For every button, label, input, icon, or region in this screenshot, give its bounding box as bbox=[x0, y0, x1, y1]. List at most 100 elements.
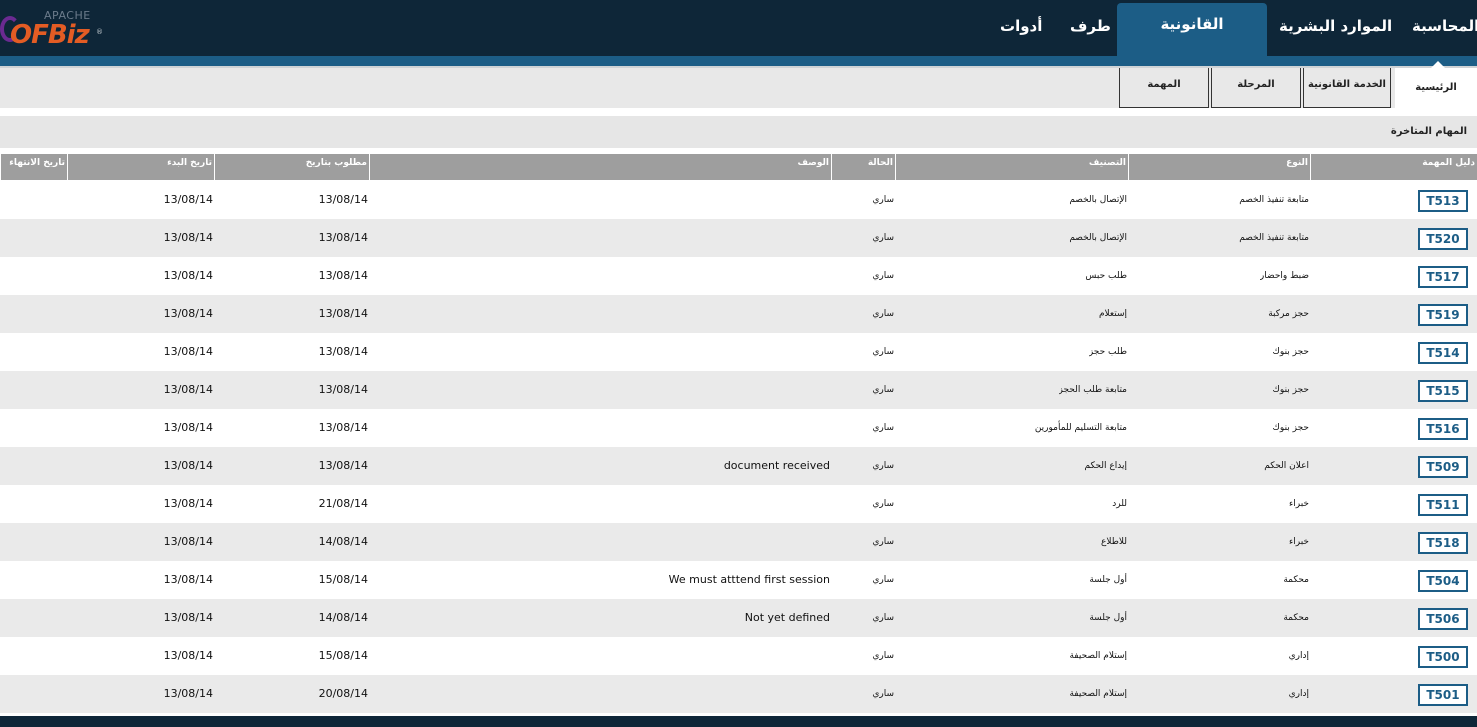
cell-type: خبراء bbox=[1289, 537, 1309, 547]
tab-stage[interactable]: المرحلة bbox=[1211, 68, 1301, 108]
cell-category: الإتصال بالخصم bbox=[1069, 233, 1127, 243]
task-id-link[interactable]: T513 bbox=[1418, 190, 1468, 212]
nav-item-accounting[interactable]: المحاسبة bbox=[1412, 0, 1477, 56]
task-id-link[interactable]: T504 bbox=[1418, 570, 1468, 592]
cell-description: document received bbox=[723, 459, 830, 472]
tab-legal-service[interactable]: الخدمة القانونية bbox=[1303, 68, 1391, 108]
tab-task[interactable]: المهمة bbox=[1119, 68, 1209, 108]
cell-category: إستعلام bbox=[1098, 309, 1127, 319]
table-row: T518 خبراء للاطلاع ساري 14/08/14 13/08/14 bbox=[0, 523, 1477, 561]
col-header-due-date[interactable]: مطلوب بتاريخ bbox=[214, 154, 369, 180]
table-row: T517 ضبط واحضار طلب حبس ساري 13/08/14 13/08/1… bbox=[0, 257, 1477, 295]
nav-item-human-resources[interactable]: الموارد البشرية bbox=[1279, 0, 1392, 56]
cell-start-date: 13/08/14 bbox=[163, 459, 213, 472]
cell-category: متابعة التسليم للمأمورين bbox=[1034, 423, 1127, 433]
cell-due-date: 13/08/14 bbox=[318, 231, 368, 244]
cell-start-date: 13/08/14 bbox=[163, 421, 213, 434]
cell-category: إيداع الحكم bbox=[1084, 461, 1127, 471]
col-header-status[interactable]: الحالة bbox=[831, 154, 895, 180]
cell-status: ساري bbox=[872, 423, 894, 433]
cell-due-date: 13/08/14 bbox=[318, 345, 368, 358]
tasks-table-body: T513 متابعة تنفيذ الخصم الإتصال بالخصم ساري… bbox=[0, 181, 1477, 713]
task-id-link[interactable]: T511 bbox=[1418, 494, 1468, 516]
table-row: T511 خبراء للرد ساري 21/08/14 13/08/14 bbox=[0, 485, 1477, 523]
cell-category: طلب حجز bbox=[1088, 347, 1127, 357]
nav-item-party[interactable]: طرف bbox=[1070, 0, 1111, 56]
cell-due-date: 13/08/14 bbox=[318, 459, 368, 472]
cell-status: ساري bbox=[872, 575, 894, 585]
table-row: T500 إداري إستلام الصحيفة ساري 15/08/14 13/08… bbox=[0, 637, 1477, 675]
cell-due-date: 13/08/14 bbox=[318, 193, 368, 206]
cell-status: ساري bbox=[872, 271, 894, 281]
cell-category: طلب حبس bbox=[1085, 271, 1127, 281]
cell-status: ساري bbox=[872, 347, 894, 357]
cell-type: ضبط واحضار bbox=[1259, 271, 1309, 281]
cell-start-date: 13/08/14 bbox=[163, 307, 213, 320]
cell-category: إستلام الصحيفة bbox=[1069, 651, 1127, 661]
task-id-link[interactable]: T514 bbox=[1418, 342, 1468, 364]
col-header-end-date[interactable]: تاريخ الانتهاء bbox=[0, 154, 67, 180]
nav-item-tools[interactable]: أدوات bbox=[1000, 0, 1042, 56]
cell-start-date: 13/08/14 bbox=[163, 269, 213, 282]
cell-type: اعلان الحكم bbox=[1264, 461, 1309, 471]
cell-status: ساري bbox=[872, 689, 894, 699]
cell-due-date: 21/08/14 bbox=[318, 497, 368, 510]
table-row: T513 متابعة تنفيذ الخصم الإتصال بالخصم ساري… bbox=[0, 181, 1477, 219]
cell-type: متابعة تنفيذ الخصم bbox=[1239, 233, 1309, 243]
cell-status: ساري bbox=[872, 461, 894, 471]
cell-description: Not yet defined bbox=[744, 611, 830, 624]
tab-main[interactable]: الرئيسية bbox=[1395, 61, 1477, 108]
table-header-row: دليل المهمة النوع التصنيف الحالة الوصف م… bbox=[0, 154, 1477, 180]
task-id-link[interactable]: T520 bbox=[1418, 228, 1468, 250]
cell-status: ساري bbox=[872, 233, 894, 243]
cell-due-date: 13/08/14 bbox=[318, 383, 368, 396]
nav-accent-strip bbox=[0, 56, 1477, 66]
cell-due-date: 14/08/14 bbox=[318, 535, 368, 548]
cell-due-date: 15/08/14 bbox=[318, 573, 368, 586]
cell-type: متابعة تنفيذ الخصم bbox=[1239, 195, 1309, 205]
task-id-link[interactable]: T517 bbox=[1418, 266, 1468, 288]
col-header-description[interactable]: الوصف bbox=[369, 154, 831, 180]
task-id-link[interactable]: T506 bbox=[1418, 608, 1468, 630]
cell-start-date: 13/08/14 bbox=[163, 383, 213, 396]
cell-start-date: 13/08/14 bbox=[163, 687, 213, 700]
task-id-link[interactable]: T519 bbox=[1418, 304, 1468, 326]
nav-item-legal[interactable]: القانونية bbox=[1117, 3, 1267, 56]
col-header-task-id[interactable]: دليل المهمة bbox=[1310, 154, 1477, 180]
cell-type: خبراء bbox=[1289, 499, 1309, 509]
task-id-link[interactable]: T509 bbox=[1418, 456, 1468, 478]
top-navigation-bar: APACHE OFBiz ® المحاسبة الموارد البشرية … bbox=[0, 0, 1477, 56]
cell-type: حجز بنوك bbox=[1272, 385, 1310, 395]
task-id-link[interactable]: T501 bbox=[1418, 684, 1468, 706]
cell-start-date: 13/08/14 bbox=[163, 649, 213, 662]
cell-type: حجز بنوك bbox=[1272, 423, 1310, 433]
cell-type: محكمة bbox=[1283, 575, 1309, 585]
cell-start-date: 13/08/14 bbox=[163, 535, 213, 548]
table-row: T506 محكمة أول جلسة ساري Not yet defined 14/0… bbox=[0, 599, 1477, 637]
table-row: T516 حجز بنوك متابعة التسليم للمأمورين ساري… bbox=[0, 409, 1477, 447]
cell-status: ساري bbox=[872, 195, 894, 205]
task-id-link[interactable]: T500 bbox=[1418, 646, 1468, 668]
cell-start-date: 13/08/14 bbox=[163, 573, 213, 586]
cell-status: ساري bbox=[872, 537, 894, 547]
col-header-start-date[interactable]: تاريخ البدء bbox=[67, 154, 214, 180]
cell-type: حجز بنوك bbox=[1272, 347, 1310, 357]
cell-status: ساري bbox=[872, 651, 894, 661]
task-id-link[interactable]: T516 bbox=[1418, 418, 1468, 440]
logo-registered-mark: ® bbox=[96, 28, 103, 36]
cell-due-date: 15/08/14 bbox=[318, 649, 368, 662]
table-row: T519 حجز مركبة إستعلام ساري 13/08/14 13/08/14 bbox=[0, 295, 1477, 333]
table-row: T504 محكمة أول جلسة ساري We must atttend fir… bbox=[0, 561, 1477, 599]
cell-type: إداري bbox=[1288, 651, 1309, 661]
cell-start-date: 13/08/14 bbox=[163, 345, 213, 358]
cell-start-date: 13/08/14 bbox=[163, 497, 213, 510]
col-header-category[interactable]: التصنيف bbox=[895, 154, 1128, 180]
cell-status: ساري bbox=[872, 309, 894, 319]
cell-category: إستلام الصحيفة bbox=[1069, 689, 1127, 699]
cell-status: ساري bbox=[872, 499, 894, 509]
task-id-link[interactable]: T515 bbox=[1418, 380, 1468, 402]
task-id-link[interactable]: T518 bbox=[1418, 532, 1468, 554]
cell-type: إداري bbox=[1288, 689, 1309, 699]
col-header-type[interactable]: النوع bbox=[1128, 154, 1310, 180]
ofbiz-logo[interactable]: APACHE OFBiz ® bbox=[0, 0, 120, 56]
